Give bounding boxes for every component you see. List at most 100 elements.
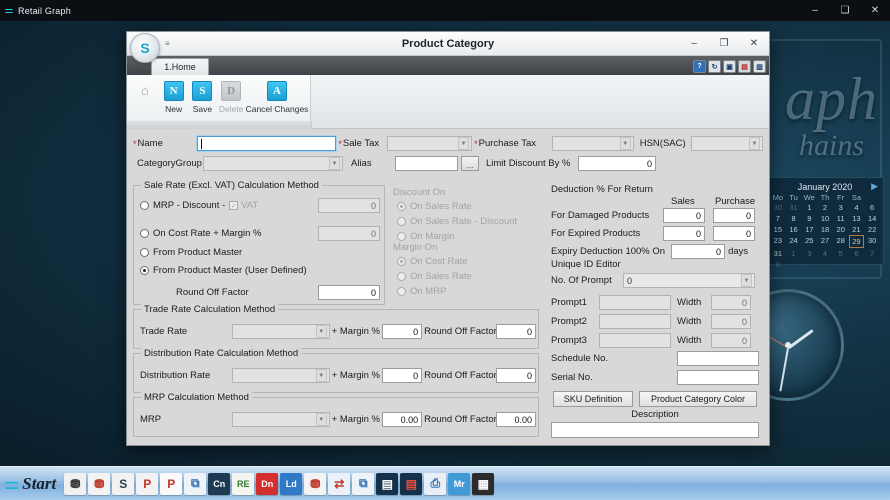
deduction-expired-purchase-input[interactable]: 0 — [713, 226, 755, 241]
calendar-day[interactable]: 3 — [833, 202, 849, 213]
receipt-icon[interactable]: RE — [232, 472, 255, 495]
alias-browse-button[interactable]: ... — [461, 156, 479, 171]
purchase-order-icon[interactable]: P — [160, 472, 183, 495]
sku-definition-button[interactable]: SKU Definition — [553, 391, 633, 407]
documents-icon[interactable]: ⧉ — [352, 472, 375, 495]
calendar-day[interactable]: 27 — [817, 235, 833, 248]
calendar-day[interactable]: 30 — [864, 235, 880, 248]
calendar-day[interactable]: 30 — [770, 202, 786, 213]
debit-note-icon[interactable]: Dn — [256, 472, 279, 495]
cost-margin-value-input[interactable]: 0 — [318, 226, 380, 241]
calculator-icon[interactable]: ▦ — [472, 472, 495, 495]
hsn-sac-select[interactable]: ▼ — [691, 136, 764, 151]
distribution-rate-margin-input[interactable]: 0 — [382, 368, 423, 383]
calendar-day[interactable]: 6 — [864, 202, 880, 213]
trade-rate-round-input[interactable]: 0 — [496, 324, 536, 339]
ledger-icon[interactable]: Ld — [280, 472, 303, 495]
exchange-icon[interactable]: ⇄ — [328, 472, 351, 495]
calendar-day[interactable]: 25 — [801, 235, 817, 248]
purchase-tax-select[interactable]: ▼ — [552, 136, 634, 151]
deduction-damaged-sales-input[interactable]: 0 — [663, 208, 705, 223]
calendar-day[interactable]: 18 — [817, 224, 833, 235]
save-button[interactable]: S Save — [189, 79, 217, 114]
calendar-day[interactable]: 21 — [849, 224, 865, 235]
home-icon-button[interactable]: ⌂ — [131, 79, 159, 101]
calendar-day[interactable]: 1 — [801, 202, 817, 213]
quick-access-toolbar-icon[interactable]: ≡ — [165, 39, 170, 48]
vat-checkbox[interactable]: ✓ — [229, 201, 239, 210]
cancel-changes-button[interactable]: A Cancel Changes — [246, 79, 308, 114]
calendar-day[interactable]: 15 — [770, 224, 786, 235]
description-input[interactable] — [551, 422, 759, 438]
cart-purchase-icon[interactable]: ⛃ — [64, 472, 87, 495]
mrp-margin-input[interactable]: 0.00 — [382, 412, 423, 427]
window-icon[interactable]: ▥ — [753, 60, 766, 73]
help-icon[interactable]: ? — [693, 60, 706, 73]
calendar-day[interactable]: 29 — [848, 235, 865, 248]
prompt3-input[interactable] — [599, 333, 671, 348]
master-icon[interactable]: Mr — [448, 472, 471, 495]
sale-rate-option-product-master-radio[interactable] — [140, 248, 149, 257]
mrp-discount-value-input[interactable]: 0 — [318, 198, 380, 213]
calendar-day[interactable]: 14 — [864, 213, 880, 224]
tab-home[interactable]: 1.Home — [151, 58, 209, 75]
calendar-day[interactable]: 6 — [849, 248, 865, 259]
calendar-day[interactable]: 16 — [786, 224, 802, 235]
calendar-day[interactable]: 2 — [817, 202, 833, 213]
calendar-day[interactable]: 3 — [801, 248, 817, 259]
serial-no-input[interactable] — [677, 370, 759, 385]
prompt3-width-input[interactable]: 0 — [711, 333, 751, 348]
distribution-rate-round-input[interactable]: 0 — [496, 368, 536, 383]
calendar-day[interactable]: 8 — [786, 213, 802, 224]
calendar-day[interactable]: 31 — [770, 248, 786, 259]
printer-icon[interactable]: ⎙ — [424, 472, 447, 495]
calendar-day[interactable]: 7 — [864, 248, 880, 259]
deduction-expired-sales-input[interactable]: 0 — [663, 226, 705, 241]
dialog-maximize-button[interactable]: ❐ — [709, 32, 739, 56]
app-minimize-button[interactable]: – — [800, 0, 830, 21]
category-group-select[interactable]: ▼ — [203, 156, 343, 171]
sale-rate-option-mrp-discount-radio[interactable] — [140, 201, 149, 210]
sale-rate-option-cost-margin-radio[interactable] — [140, 229, 149, 238]
prompt1-width-input[interactable]: 0 — [711, 295, 751, 310]
calendar-day[interactable]: 5 — [833, 248, 849, 259]
trade-rate-margin-input[interactable]: 0 — [382, 324, 423, 339]
copy-doc-icon[interactable]: ⧉ — [184, 472, 207, 495]
expiry-deduction-input[interactable]: 0 — [671, 244, 726, 259]
prompt2-width-input[interactable]: 0 — [711, 314, 751, 329]
save-icon[interactable]: ▣ — [723, 60, 736, 73]
product-category-color-button[interactable]: Product Category Color — [639, 391, 757, 407]
calendar-day[interactable]: 28 — [833, 235, 849, 248]
deduction-damaged-purchase-input[interactable]: 0 — [713, 208, 755, 223]
trade-rate-select[interactable]: ▼ — [231, 324, 330, 339]
dialog-minimize-button[interactable]: – — [679, 32, 709, 56]
mrp-round-input[interactable]: 0.00 — [496, 412, 536, 427]
app-maximize-button[interactable]: ❑ — [830, 0, 860, 21]
sale-rate-option-product-master-user-radio[interactable] — [140, 266, 149, 275]
calendar-day[interactable]: 9 — [801, 213, 817, 224]
name-input[interactable] — [196, 135, 338, 152]
calendar-day[interactable]: 13 — [849, 213, 865, 224]
calendar-day[interactable]: 22 — [864, 224, 880, 235]
refresh-icon[interactable]: ↻ — [708, 60, 721, 73]
calendar-day[interactable]: 7 — [770, 213, 786, 224]
app-close-button[interactable]: ✕ — [860, 0, 890, 21]
mrp-select[interactable]: ▼ — [231, 412, 330, 427]
calendar-day-grid[interactable]: 30 31 1 2 3 4 6 7 8 9 10 11 13 14 15 16 17 18 20 21 22 23 24 25… — [770, 202, 880, 270]
prompt2-input[interactable] — [599, 314, 671, 329]
credit-note-icon[interactable]: Cn — [208, 472, 231, 495]
prompt1-input[interactable] — [599, 295, 671, 310]
calendar-next-icon[interactable]: ▶ — [871, 181, 878, 192]
desktop-calendar-gadget[interactable]: January 2020 ▶ Mo Tu We Th Fr Sa 30 31 1 2 3 4 6 7 8 9… — [766, 177, 884, 269]
calendar-day[interactable]: 4 — [817, 248, 833, 259]
new-button[interactable]: N New — [160, 79, 188, 114]
sale-return-icon[interactable]: ⛃ — [304, 472, 327, 495]
calendar-day[interactable]: 17 — [801, 224, 817, 235]
sale-s-icon[interactable]: S — [112, 472, 135, 495]
calendar-day[interactable]: 1 — [786, 248, 802, 259]
calendar-day[interactable]: 10 — [817, 213, 833, 224]
alias-input[interactable] — [395, 156, 458, 171]
calendar-day[interactable]: 31 — [786, 202, 802, 213]
cart-sale-icon[interactable]: ⛃ — [88, 472, 111, 495]
purchase-p-icon[interactable]: P — [136, 472, 159, 495]
